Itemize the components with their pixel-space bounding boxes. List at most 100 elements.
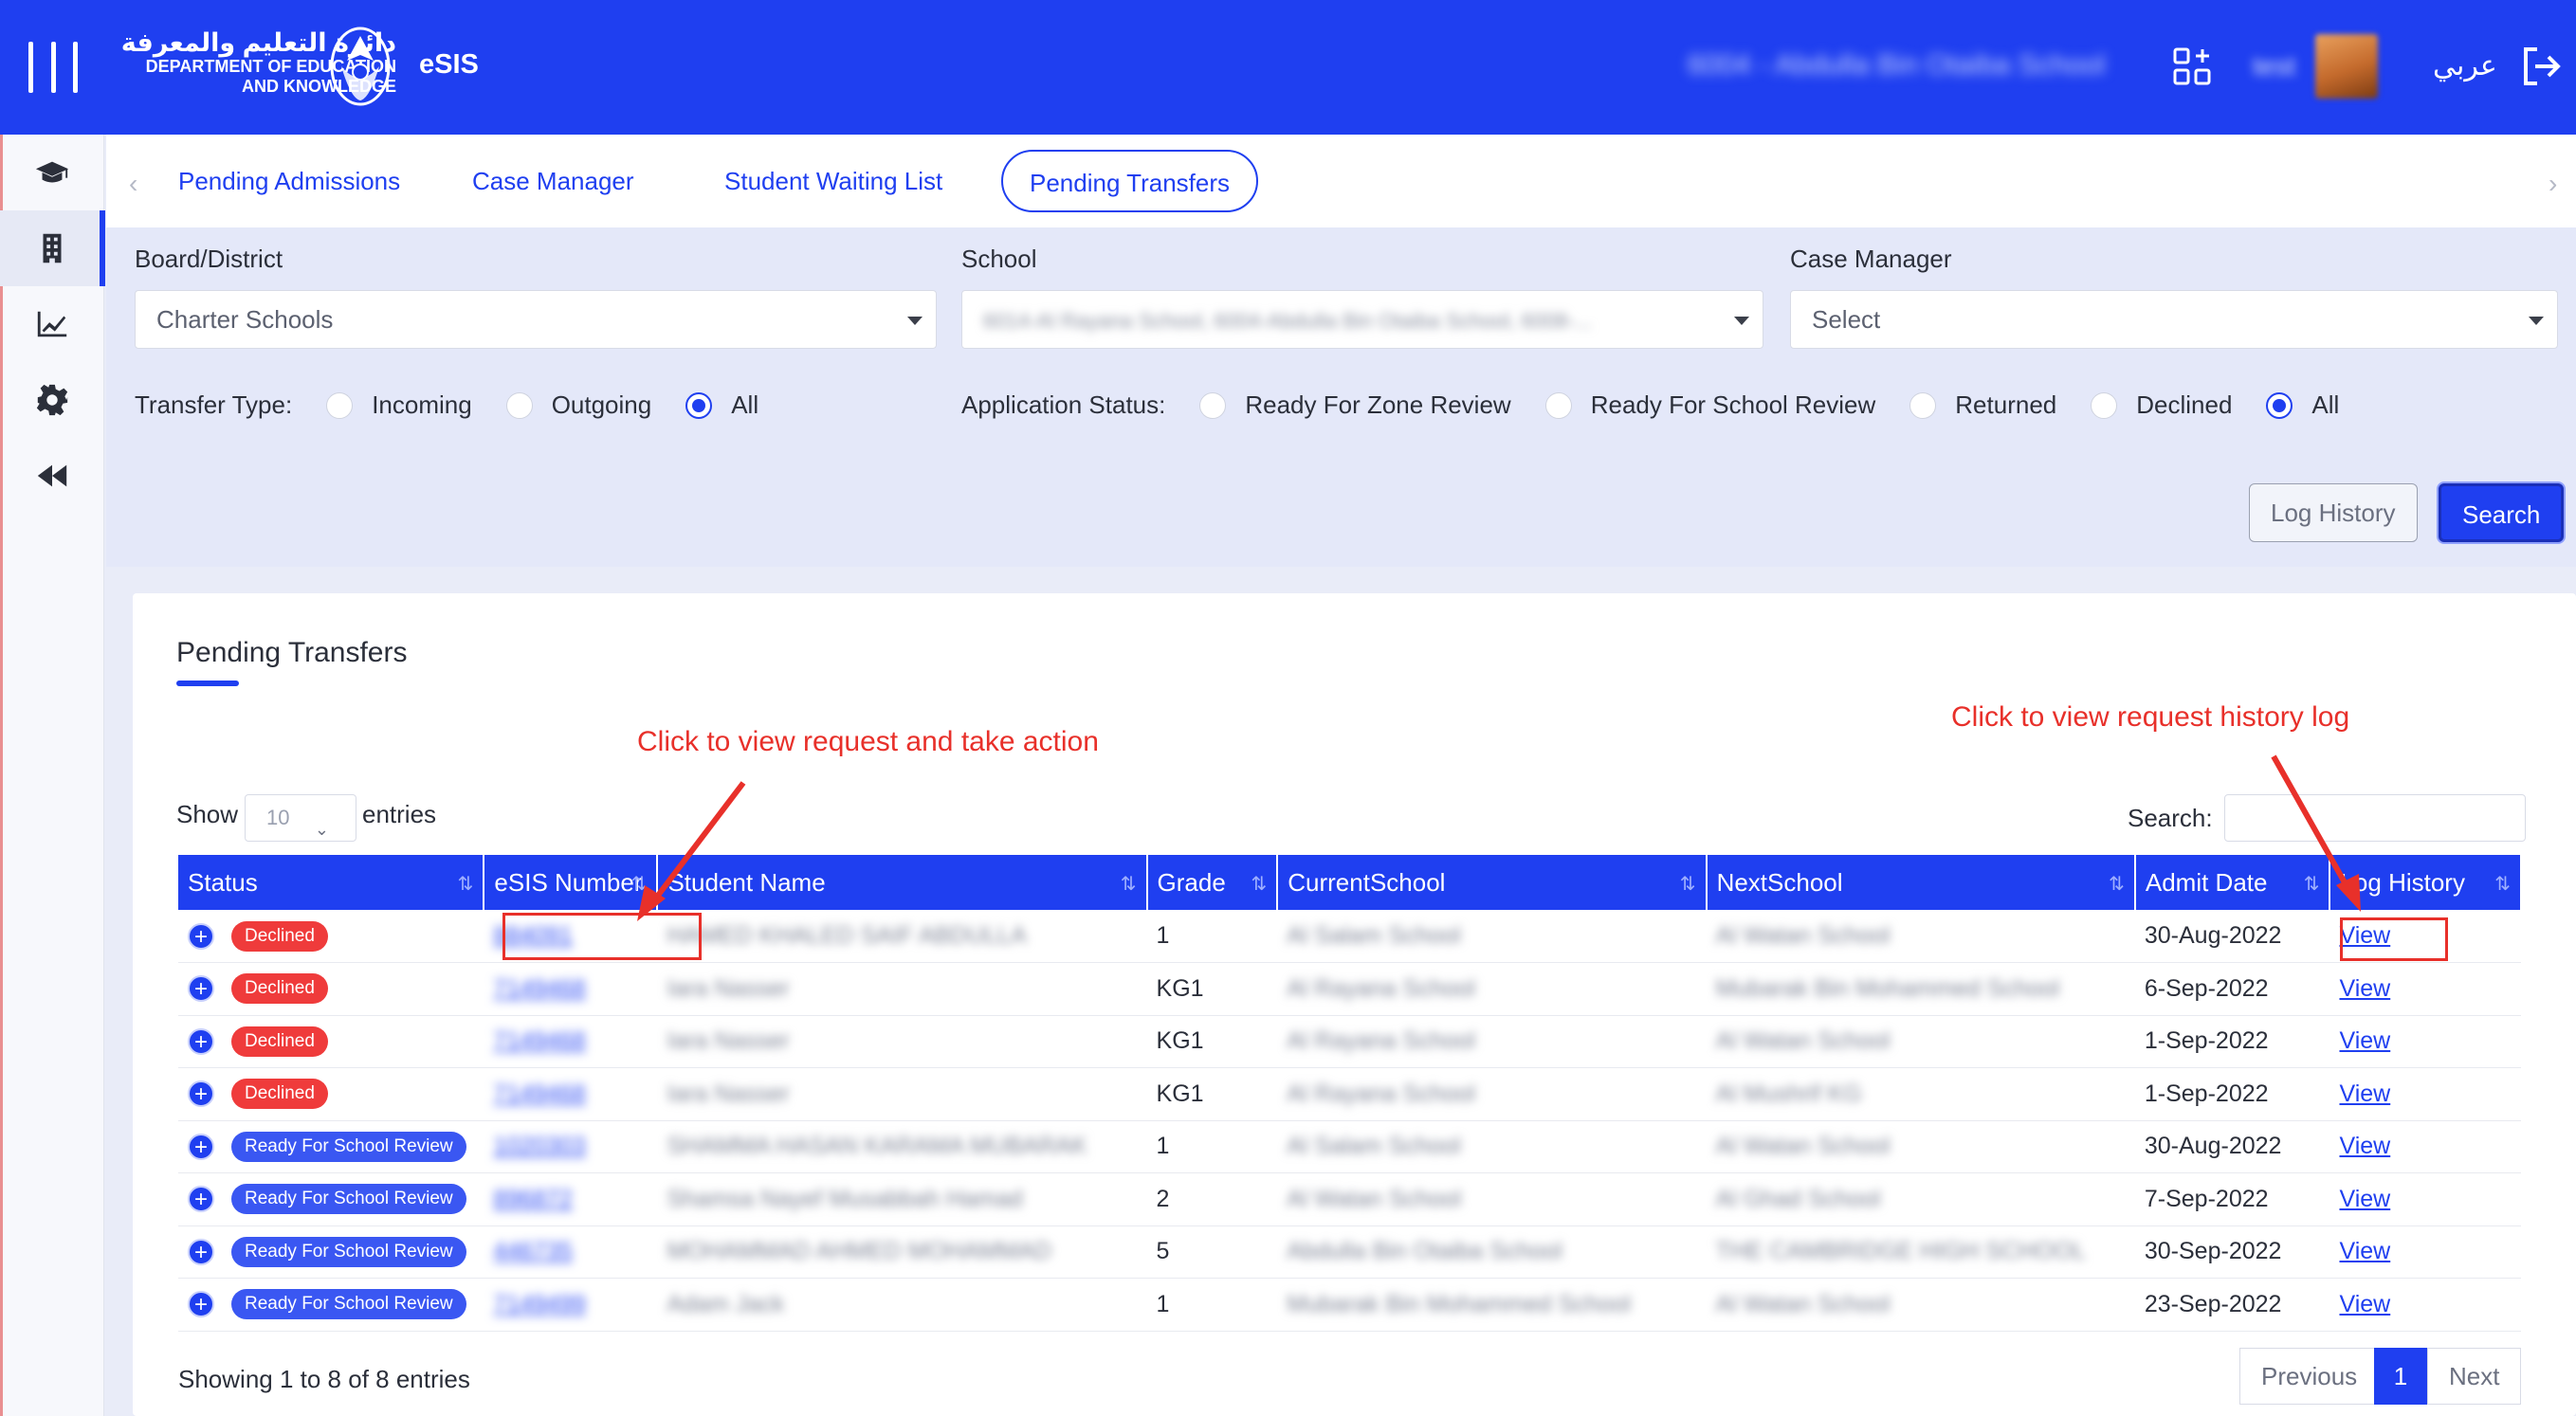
- esis-number-link[interactable]: 7149468: [493, 1027, 585, 1054]
- table-search-input[interactable]: [2224, 794, 2526, 842]
- radio-transfer-outgoing[interactable]: Outgoing: [505, 390, 651, 420]
- radio-status-returned[interactable]: Returned: [1909, 390, 2056, 420]
- case-manager-select[interactable]: Select: [1790, 290, 2558, 349]
- col-esis-number[interactable]: eSIS Number ⇅: [484, 855, 659, 910]
- sidebar-item-reports[interactable]: [0, 286, 104, 362]
- sidebar-item-collapse[interactable]: [0, 438, 104, 514]
- cell-student-name: Shamsa Nayef Musabbah Hamad: [657, 1172, 1147, 1226]
- esis-number-link[interactable]: 1020303: [493, 1133, 585, 1159]
- current-school-name[interactable]: 6004 - Abdulla Bin Otaiba School: [1688, 49, 2105, 82]
- cell-log-history: View: [2329, 1225, 2521, 1279]
- view-log-link[interactable]: View: [2339, 1238, 2390, 1264]
- esis-number-link[interactable]: 446735: [493, 1238, 572, 1264]
- esis-number-link[interactable]: 7149499: [493, 1291, 585, 1317]
- col-next-school[interactable]: NextSchool ⇅: [1706, 855, 2136, 910]
- tab-case-manager[interactable]: Case Manager: [446, 150, 661, 212]
- status-badge: Declined: [231, 920, 328, 952]
- radio-transfer-all[interactable]: All: [685, 390, 758, 420]
- cell-admit-date: 23-Sep-2022: [2134, 1278, 2330, 1332]
- esis-number-link[interactable]: 896872: [493, 1186, 572, 1212]
- expand-row-icon[interactable]: +: [188, 922, 214, 950]
- table-row: + Ready For School Review 7149499 Adam Jack…: [178, 1278, 2521, 1332]
- col-current-school[interactable]: CurrentSchool ⇅: [1277, 855, 1708, 910]
- cell-status: + Declined: [178, 962, 484, 1016]
- radio-status-school-review[interactable]: Ready For School Review: [1544, 390, 1875, 420]
- col-log-history[interactable]: Log History ⇅: [2329, 855, 2522, 910]
- app-name: eSIS: [419, 49, 479, 80]
- entries-per-page-select[interactable]: 10 ⌄: [245, 794, 356, 842]
- cell-current-school: Al Rayana School: [1277, 1015, 1707, 1068]
- esis-number-link[interactable]: 7149468: [493, 975, 585, 1002]
- sidebar-item-academics[interactable]: [0, 135, 104, 210]
- tab-student-waiting-list[interactable]: Student Waiting List: [698, 150, 969, 212]
- sort-icon: ⇅: [1251, 874, 1268, 895]
- view-log-link[interactable]: View: [2339, 1027, 2390, 1054]
- expand-row-icon[interactable]: +: [188, 1238, 214, 1265]
- application-status-group: Application Status: Ready For Zone Revie…: [961, 390, 2373, 420]
- expand-row-icon[interactable]: +: [188, 1291, 214, 1318]
- col-admit-date[interactable]: Admit Date ⇅: [2134, 855, 2331, 910]
- sidebar-item-settings[interactable]: [0, 362, 104, 438]
- cell-admit-date: 30-Sep-2022: [2134, 1225, 2330, 1279]
- show-label: Show: [176, 800, 239, 828]
- search-button[interactable]: Search: [2439, 483, 2565, 542]
- cell-next-school: Al Watan School: [1706, 1015, 2135, 1068]
- radio-status-declined[interactable]: Declined: [2091, 390, 2232, 420]
- radio-status-all[interactable]: All: [2266, 390, 2339, 420]
- expand-row-icon[interactable]: +: [188, 975, 214, 1003]
- cell-next-school: Al Mushrif KG: [1706, 1067, 2135, 1121]
- annotation-right-note: Click to view request history log: [1951, 701, 2350, 733]
- table-row: + Ready For School Review 896872 Shamsa Nay…: [178, 1172, 2521, 1226]
- school-select[interactable]: 6014-Al Rayana School, 6004-Abdulla Bin …: [961, 290, 1763, 349]
- cell-next-school: Al Watan School: [1706, 1278, 2135, 1332]
- cell-current-school: Al Rayana School: [1277, 1067, 1707, 1121]
- pagination-previous[interactable]: Previous: [2239, 1348, 2380, 1405]
- expand-row-icon[interactable]: +: [188, 1080, 214, 1108]
- transfer-type-label: Transfer Type:: [135, 390, 293, 419]
- tabs-scroll-left-icon[interactable]: ‹: [129, 169, 137, 199]
- view-log-link[interactable]: View: [2339, 1291, 2390, 1317]
- view-log-link[interactable]: View: [2339, 1133, 2390, 1159]
- chart-icon: [37, 311, 67, 337]
- sidebar-item-schools[interactable]: [0, 210, 105, 286]
- col-status[interactable]: Status ⇅: [178, 855, 485, 910]
- tabs-scroll-right-icon[interactable]: ›: [2549, 169, 2557, 199]
- expand-row-icon[interactable]: +: [188, 1027, 214, 1055]
- view-log-link[interactable]: View: [2339, 1080, 2390, 1107]
- view-log-link[interactable]: View: [2339, 975, 2390, 1002]
- table-body: + Declined 884091 HAMED KHALED SAIF ABDULLA…: [178, 910, 2521, 1332]
- table-row: + Ready For School Review 1020303 SHAMMA HA…: [178, 1120, 2521, 1173]
- esis-number-link[interactable]: 7149468: [493, 1080, 585, 1107]
- apps-grid-icon[interactable]: [2173, 47, 2211, 85]
- logout-icon[interactable]: [2520, 45, 2562, 87]
- cell-status: + Ready For School Review: [178, 1225, 484, 1279]
- log-history-button[interactable]: Log History: [2249, 483, 2418, 542]
- pagination-page-1[interactable]: 1: [2374, 1348, 2427, 1405]
- pagination-next[interactable]: Next: [2427, 1348, 2522, 1405]
- cell-log-history: View: [2329, 1067, 2521, 1121]
- radio-status-zone-review[interactable]: Ready For Zone Review: [1199, 390, 1511, 420]
- status-badge: Declined: [231, 973, 328, 1005]
- avatar[interactable]: [2315, 34, 2378, 99]
- board-label: Board/District: [135, 245, 283, 273]
- cell-admit-date: 6-Sep-2022: [2134, 962, 2330, 1016]
- view-log-link[interactable]: View: [2339, 1186, 2390, 1212]
- tab-pending-admissions[interactable]: Pending Admissions: [152, 150, 427, 212]
- cell-admit-date: 1-Sep-2022: [2134, 1067, 2330, 1121]
- cell-student-name: Iara Nasser: [657, 962, 1147, 1016]
- col-student-name[interactable]: Student Name ⇅: [657, 855, 1148, 910]
- expand-row-icon[interactable]: +: [188, 1186, 214, 1213]
- board-select[interactable]: Charter Schools: [135, 290, 937, 349]
- radio-transfer-incoming[interactable]: Incoming: [326, 390, 472, 420]
- cell-admit-date: 1-Sep-2022: [2134, 1015, 2330, 1068]
- menu-icon[interactable]: [28, 42, 78, 93]
- expand-row-icon[interactable]: +: [188, 1133, 214, 1160]
- col-grade[interactable]: Grade ⇅: [1146, 855, 1279, 910]
- cell-next-school: Mubarak Bin Mohammed School: [1706, 962, 2135, 1016]
- cell-grade: KG1: [1146, 962, 1278, 1016]
- chevron-down-icon: [1734, 317, 1749, 325]
- tab-pending-transfers[interactable]: Pending Transfers: [1001, 150, 1259, 212]
- cell-next-school: Al Watan School: [1706, 1120, 2135, 1173]
- user-name[interactable]: test: [2253, 51, 2295, 82]
- language-toggle[interactable]: عربي: [2433, 49, 2497, 82]
